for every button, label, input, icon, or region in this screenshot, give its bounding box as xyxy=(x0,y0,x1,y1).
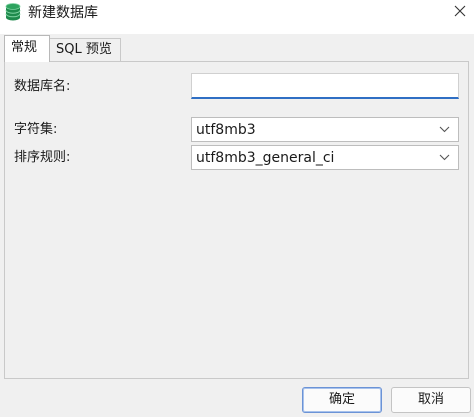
tab-general[interactable]: 常规 xyxy=(4,35,50,62)
dialog-title: 新建数据库 xyxy=(28,5,98,21)
ok-button[interactable]: 确定 xyxy=(302,387,382,413)
cancel-button[interactable]: 取消 xyxy=(391,387,471,413)
charset-label: 字符集: xyxy=(14,122,58,137)
chevron-down-icon xyxy=(439,154,450,161)
db-name-label: 数据库名: xyxy=(14,79,71,94)
chevron-down-icon xyxy=(439,126,450,133)
close-icon xyxy=(454,5,466,17)
title-bar: 新建数据库 xyxy=(0,0,474,34)
collation-select[interactable]: utf8mb3_general_ci xyxy=(191,145,459,170)
charset-value: utf8mb3 xyxy=(196,122,256,138)
close-button[interactable] xyxy=(447,0,474,24)
collation-label: 排序规则: xyxy=(14,150,71,165)
database-icon xyxy=(5,3,21,21)
collation-value: utf8mb3_general_ci xyxy=(196,150,335,166)
db-name-input[interactable] xyxy=(191,73,459,99)
charset-select[interactable]: utf8mb3 xyxy=(191,117,459,142)
tab-sql-preview[interactable]: SQL 预览 xyxy=(50,38,121,61)
general-panel xyxy=(4,61,469,379)
new-database-dialog: 新建数据库 常规 SQL 预览 数据库名: 字符集: utf8mb3 排序规则:… xyxy=(0,0,474,417)
